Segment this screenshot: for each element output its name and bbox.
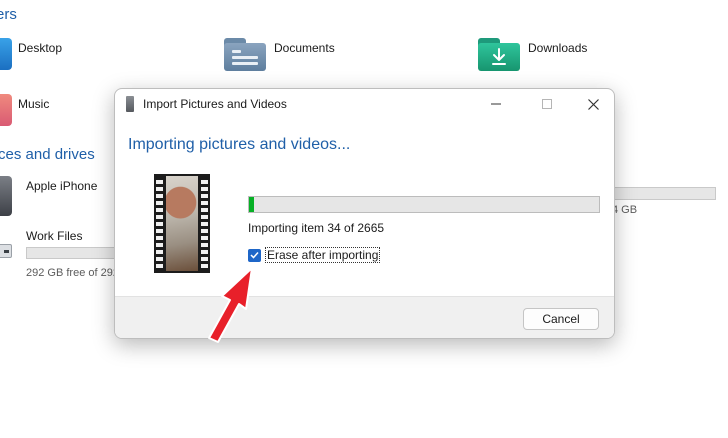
import-app-icon	[126, 96, 134, 112]
dialog-footer: Cancel	[115, 296, 614, 338]
devices-section-heading: ces and drives	[0, 146, 95, 163]
device-apple-iphone[interactable]: Apple iPhone	[0, 176, 97, 216]
close-icon	[587, 98, 599, 110]
minimize-button[interactable]	[473, 89, 519, 119]
documents-folder-icon	[222, 38, 268, 74]
photo-thumbnail	[166, 176, 198, 271]
progress-fill	[249, 197, 254, 212]
dialog-heading: Importing pictures and videos...	[128, 136, 351, 153]
erase-checkbox[interactable]	[248, 248, 261, 262]
folders-section-heading: ers	[0, 6, 17, 23]
maximize-icon	[542, 99, 552, 109]
downloads-folder-icon	[476, 38, 522, 74]
folder-documents-label: Documents	[274, 41, 335, 55]
drive-usage-bar-right	[612, 187, 716, 200]
desktop-folder-icon	[0, 38, 12, 74]
minimize-icon	[491, 103, 501, 105]
erase-checkbox-label[interactable]: Erase after importing	[265, 247, 381, 263]
folder-documents[interactable]: Documents	[222, 38, 335, 74]
red-arrow-annotation	[208, 267, 253, 343]
folder-desktop-label: Desktop	[18, 41, 63, 55]
progress-status-text: Importing item 34 of 2665	[248, 221, 385, 235]
drive-work-files-label: Work Files	[26, 229, 83, 243]
checkmark-icon	[250, 251, 259, 259]
drive-work-files[interactable]: Work Files 292 GB free of 292	[0, 226, 119, 279]
drive-icon	[0, 226, 12, 262]
erase-after-importing-option[interactable]: Erase after importing	[248, 247, 381, 263]
import-dialog: Import Pictures and Videos Importing pic…	[114, 88, 615, 339]
music-folder-icon	[0, 94, 12, 130]
folder-downloads[interactable]: Downloads	[476, 38, 587, 74]
drive-usage-bar	[26, 247, 118, 259]
close-button[interactable]	[570, 89, 614, 119]
folder-music[interactable]: Music	[0, 94, 49, 130]
folder-desktop[interactable]: Desktop	[0, 38, 62, 74]
drive-free-space-right: 4 GB	[612, 204, 638, 216]
import-progress-bar	[248, 196, 600, 213]
folder-downloads-label: Downloads	[528, 41, 588, 55]
phone-icon	[0, 176, 12, 216]
dialog-title: Import Pictures and Videos	[143, 97, 287, 111]
folder-music-label: Music	[18, 97, 50, 111]
maximize-button[interactable]	[524, 89, 570, 119]
dialog-titlebar[interactable]: Import Pictures and Videos	[115, 89, 614, 119]
device-iphone-label: Apple iPhone	[26, 179, 98, 193]
filmstrip-thumbnail	[154, 174, 210, 273]
drive-free-space: 292 GB free of 292	[26, 267, 119, 279]
cancel-button[interactable]: Cancel	[523, 308, 599, 330]
